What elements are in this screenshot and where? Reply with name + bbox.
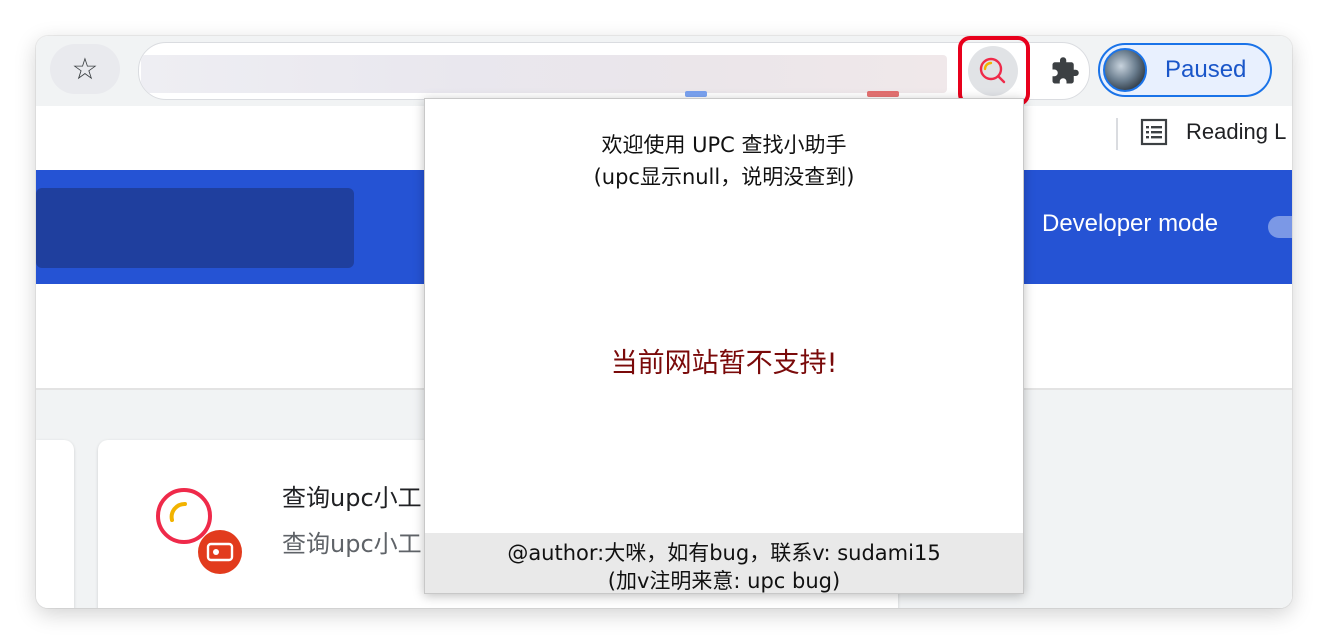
- extension-card-partial: [36, 440, 74, 608]
- star-icon: ☆: [71, 51, 99, 87]
- popup-welcome-text: 欢迎使用 UPC 查找小助手: [601, 133, 847, 157]
- extension-description: 查询upc小工: [282, 530, 422, 558]
- browser-toolbar: ☆ Paused: [36, 36, 1292, 106]
- popup-footer: @author:大咪，如有bug，联系v: sudami15 (加v注明来意: …: [425, 533, 1023, 593]
- reading-list-icon: [1140, 118, 1168, 146]
- profile-button[interactable]: Paused: [1098, 43, 1272, 97]
- developer-mode-toggle[interactable]: [1268, 216, 1292, 238]
- puzzle-icon: [1052, 57, 1079, 84]
- extensions-menu-button[interactable]: [1040, 46, 1090, 96]
- developer-mode-label: Developer mode: [1042, 210, 1219, 237]
- popup-note-text: (upc显示null，说明没查到): [593, 165, 855, 189]
- popup-author-text: @author:大咪，如有bug，联系v: sudami15: [507, 541, 941, 565]
- bookmarks-divider: [1116, 118, 1118, 150]
- popup-status-message: 当前网站暂不支持!: [610, 348, 838, 379]
- reading-list-label: Reading L: [1186, 119, 1287, 144]
- profile-status-label: Paused: [1165, 56, 1247, 83]
- extension-highlight-annotation: [958, 36, 1030, 106]
- extension-name: 查询upc小工: [282, 484, 422, 512]
- browser-window: ☆ Paused Reading L Developer mode 查询upc小…: [36, 36, 1292, 608]
- extensions-search-box[interactable]: [36, 188, 354, 268]
- address-bar[interactable]: [138, 42, 1090, 100]
- redacted-url: [141, 55, 947, 93]
- redacted-url-mark: [867, 91, 899, 97]
- reading-list-button[interactable]: Reading L: [1140, 118, 1286, 146]
- upc-extension-logo: [156, 488, 242, 574]
- upc-extension-popup: 欢迎使用 UPC 查找小助手 (upc显示null，说明没查到) 当前网站暂不支…: [424, 98, 1024, 594]
- bookmark-star-button[interactable]: ☆: [50, 44, 120, 94]
- avatar: [1103, 48, 1147, 92]
- redacted-url-mark: [685, 91, 707, 97]
- popup-contact-note: (加v注明来意: upc bug): [607, 569, 841, 593]
